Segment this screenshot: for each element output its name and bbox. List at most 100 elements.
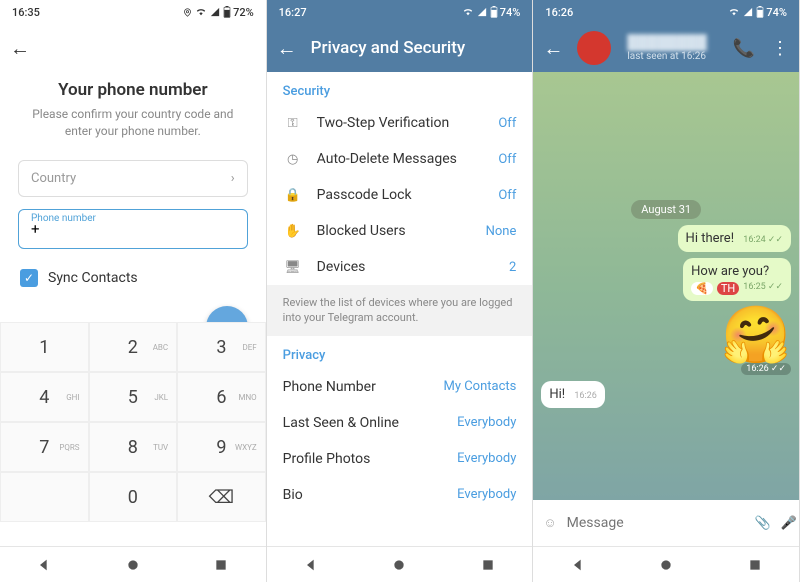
country-field[interactable]: Country › — [18, 160, 248, 197]
date-badge: August 31 — [631, 200, 701, 219]
chat-area[interactable]: August 31 Hi there! 16:24 ✓✓ How are you… — [533, 72, 799, 500]
contact-status: last seen at 16:26 — [627, 51, 706, 62]
status-battery: 72% — [233, 6, 254, 19]
phone-field-label: Phone number — [27, 213, 100, 224]
battery-icon — [756, 6, 764, 18]
message-time: 16:26 — [574, 391, 596, 401]
key-5[interactable]: 5JKL — [89, 372, 178, 422]
more-icon[interactable]: ⋮ — [771, 38, 789, 59]
row-auto-delete[interactable]: ◷Auto-Delete MessagesOff — [267, 141, 533, 177]
nav-back-icon[interactable] — [303, 557, 319, 573]
row-last-seen[interactable]: Last Seen & OnlineEverybody — [267, 405, 533, 441]
nav-home-icon[interactable] — [391, 557, 407, 573]
message-input[interactable] — [567, 515, 745, 531]
hand-icon: ✋ — [283, 224, 303, 239]
message-time: 16:25 ✓✓ — [743, 282, 783, 295]
android-navbar — [533, 546, 799, 582]
chevron-right-icon: › — [231, 171, 235, 186]
backspace-icon: ⌫ — [209, 487, 234, 508]
message-time: 16:24 ✓✓ — [743, 235, 783, 245]
android-navbar — [0, 546, 266, 582]
nav-back-icon[interactable] — [36, 557, 52, 573]
key-4[interactable]: 4GHI — [0, 372, 89, 422]
nav-home-icon[interactable] — [125, 557, 141, 573]
key-0[interactable]: 0 — [89, 472, 178, 522]
signal-icon — [477, 7, 487, 17]
attach-icon[interactable]: 📎 — [755, 516, 771, 531]
message-input-bar: ☺ 📎 🎤 — [533, 500, 799, 546]
row-profile-photos[interactable]: Profile PhotosEverybody — [267, 441, 533, 477]
key-1[interactable]: 1 — [0, 322, 89, 372]
message-sticker[interactable]: 🤗 — [721, 307, 791, 363]
keypad: 1 2ABC 3DEF 4GHI 5JKL 6MNO 7PQRS 8TUV 9W… — [0, 322, 266, 522]
key-icon: ⚿ — [283, 116, 303, 131]
back-arrow-icon[interactable]: ← — [543, 36, 563, 61]
nav-recent-icon[interactable] — [213, 557, 229, 573]
row-phone-number[interactable]: Phone NumberMy Contacts — [267, 369, 533, 405]
nav-recent-icon[interactable] — [747, 557, 763, 573]
emoji-icon[interactable]: ☺ — [543, 515, 556, 531]
row-bio[interactable]: BioEverybody — [267, 477, 533, 513]
security-section-header: Security — [267, 72, 533, 105]
row-passcode[interactable]: 🔒Passcode LockOff — [267, 177, 533, 213]
wifi-icon — [195, 7, 207, 17]
nav-back-icon[interactable] — [570, 557, 586, 573]
sync-label: Sync Contacts — [48, 270, 138, 286]
status-time: 16:27 — [279, 6, 307, 19]
signal-icon — [743, 7, 753, 17]
back-arrow-icon[interactable]: ← — [277, 36, 297, 61]
lock-icon: 🔒 — [283, 188, 303, 203]
android-navbar — [267, 546, 533, 582]
header-title: Privacy and Security — [311, 38, 466, 58]
reaction-badge[interactable]: TH — [717, 282, 739, 295]
checkbox-icon[interactable]: ✓ — [20, 269, 38, 287]
key-6[interactable]: 6MNO — [177, 372, 266, 422]
country-placeholder: Country — [31, 171, 76, 186]
message-out[interactable]: How are you? 🍕 TH 16:25 ✓✓ — [683, 258, 791, 301]
row-devices[interactable]: 🖥Devices2 — [267, 249, 533, 285]
header: ← — [0, 24, 266, 72]
message-in[interactable]: Hi! 16:26 — [541, 381, 604, 408]
status-battery: 74% — [766, 6, 787, 19]
page-title: Your phone number — [0, 80, 266, 100]
key-2[interactable]: 2ABC — [89, 322, 178, 372]
avatar[interactable] — [577, 31, 611, 65]
location-icon — [183, 8, 192, 17]
sync-contacts-row[interactable]: ✓ Sync Contacts — [20, 269, 246, 287]
battery-icon — [490, 6, 498, 18]
battery-icon — [223, 6, 231, 18]
status-bar: 16:26 74% — [533, 0, 799, 24]
status-time: 16:26 — [545, 6, 573, 19]
phone-field[interactable]: Phone number — [18, 209, 248, 249]
message-out[interactable]: Hi there! 16:24 ✓✓ — [678, 225, 791, 252]
status-time: 16:35 — [12, 6, 40, 19]
back-arrow-icon[interactable]: ← — [10, 36, 30, 61]
nav-recent-icon[interactable] — [480, 557, 496, 573]
call-icon[interactable]: 📞 — [733, 38, 755, 59]
status-bar: 16:35 72% — [0, 0, 266, 24]
message-time: 16:26 ✓✓ — [741, 363, 791, 375]
wifi-icon — [728, 7, 740, 17]
wifi-icon — [462, 7, 474, 17]
contact-name: ████████ — [627, 34, 706, 51]
header: ← Privacy and Security — [267, 24, 533, 72]
chat-header[interactable]: ← ████████ last seen at 16:26 📞 ⋮ — [533, 24, 799, 72]
row-two-step[interactable]: ⚿Two-Step VerificationOff — [267, 105, 533, 141]
devices-icon: 🖥 — [283, 260, 303, 275]
devices-hint: Review the list of devices where you are… — [267, 285, 533, 336]
row-blocked[interactable]: ✋Blocked UsersNone — [267, 213, 533, 249]
status-bar: 16:27 74% — [267, 0, 533, 24]
signal-icon — [210, 7, 220, 17]
key-empty — [0, 472, 89, 522]
key-9[interactable]: 9WXYZ — [177, 422, 266, 472]
key-backspace[interactable]: ⌫ — [177, 472, 266, 522]
nav-home-icon[interactable] — [658, 557, 674, 573]
timer-icon: ◷ — [283, 152, 303, 167]
privacy-section-header: Privacy — [267, 336, 533, 369]
mic-icon[interactable]: 🎤 — [781, 516, 797, 531]
key-3[interactable]: 3DEF — [177, 322, 266, 372]
key-7[interactable]: 7PQRS — [0, 422, 89, 472]
status-battery: 74% — [500, 6, 521, 19]
reaction-badge[interactable]: 🍕 — [691, 282, 713, 295]
key-8[interactable]: 8TUV — [89, 422, 178, 472]
